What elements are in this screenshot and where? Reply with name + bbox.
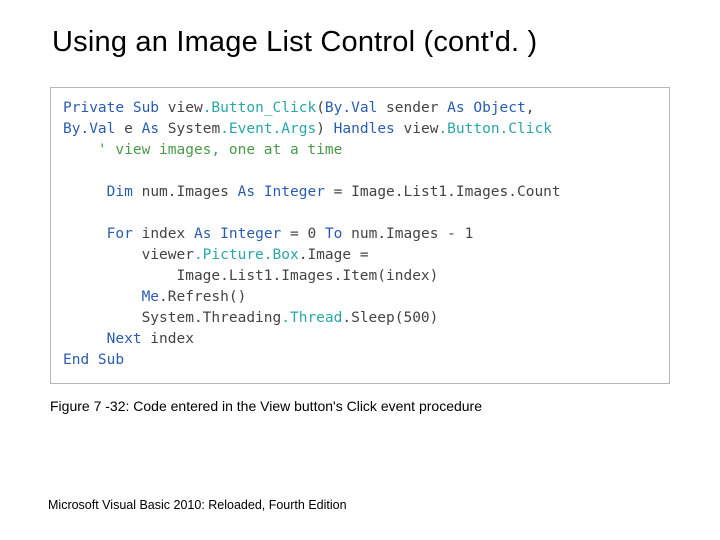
code-token: For <box>107 226 133 242</box>
code-token: sender <box>377 100 447 116</box>
code-token: view <box>159 100 203 116</box>
code-token: Private Sub <box>63 100 159 116</box>
code-token: = 0 <box>281 226 325 242</box>
code-token: = Image.List1.Images.Count <box>325 184 561 200</box>
slide-footer: Microsoft Visual Basic 2010: Reloaded, F… <box>48 498 347 512</box>
code-token: num.Images <box>133 184 238 200</box>
code-token: index <box>133 226 194 242</box>
code-token: Integer <box>211 226 281 242</box>
code-token: To <box>325 226 342 242</box>
code-token: .Thread <box>281 310 342 326</box>
code-token: .Event.Args <box>220 121 316 137</box>
code-token: As <box>238 184 255 200</box>
code-token: By.Val <box>325 100 377 116</box>
code-token: Integer <box>255 184 325 200</box>
code-token: view <box>395 121 439 137</box>
code-token: Next <box>107 331 142 347</box>
code-token: num.Images - 1 <box>342 226 473 242</box>
code-token: By.Val <box>63 121 115 137</box>
code-token: index <box>142 331 194 347</box>
code-token: System.Threading <box>63 310 281 326</box>
code-token: , <box>526 100 535 116</box>
code-token <box>63 289 142 305</box>
code-token: Dim <box>107 184 133 200</box>
slide: Using an Image List Control (cont'd. ) P… <box>0 0 720 540</box>
code-token <box>63 226 107 242</box>
code-token: .Button_Click <box>203 100 317 116</box>
code-token: Handles <box>334 121 395 137</box>
code-token: Image.List1.Images.Item(index) <box>63 268 438 284</box>
code-token: Me <box>142 289 159 305</box>
code-token: ) <box>316 121 333 137</box>
code-token: As <box>447 100 464 116</box>
code-listing: Private Sub view.Button_Click(By.Val sen… <box>50 87 670 384</box>
code-token: Object <box>465 100 526 116</box>
code-token <box>63 331 107 347</box>
code-token: ( <box>316 100 325 116</box>
code-token: .Image = <box>299 247 369 263</box>
code-token: System <box>159 121 220 137</box>
code-token: End Sub <box>63 352 124 368</box>
code-token: As <box>142 121 159 137</box>
code-token: .Refresh() <box>159 289 246 305</box>
figure-caption: Figure 7 -32: Code entered in the View b… <box>50 398 670 414</box>
code-token <box>63 184 107 200</box>
code-token: e <box>115 121 141 137</box>
code-token <box>63 142 98 158</box>
code-token: .Picture.Box <box>194 247 299 263</box>
code-token: .Button.Click <box>438 121 552 137</box>
code-comment: ' view images, one at a time <box>98 142 342 158</box>
code-token: .Sleep(500) <box>342 310 438 326</box>
page-title: Using an Image List Control (cont'd. ) <box>52 26 672 59</box>
code-token: viewer <box>63 247 194 263</box>
code-token: As <box>194 226 211 242</box>
